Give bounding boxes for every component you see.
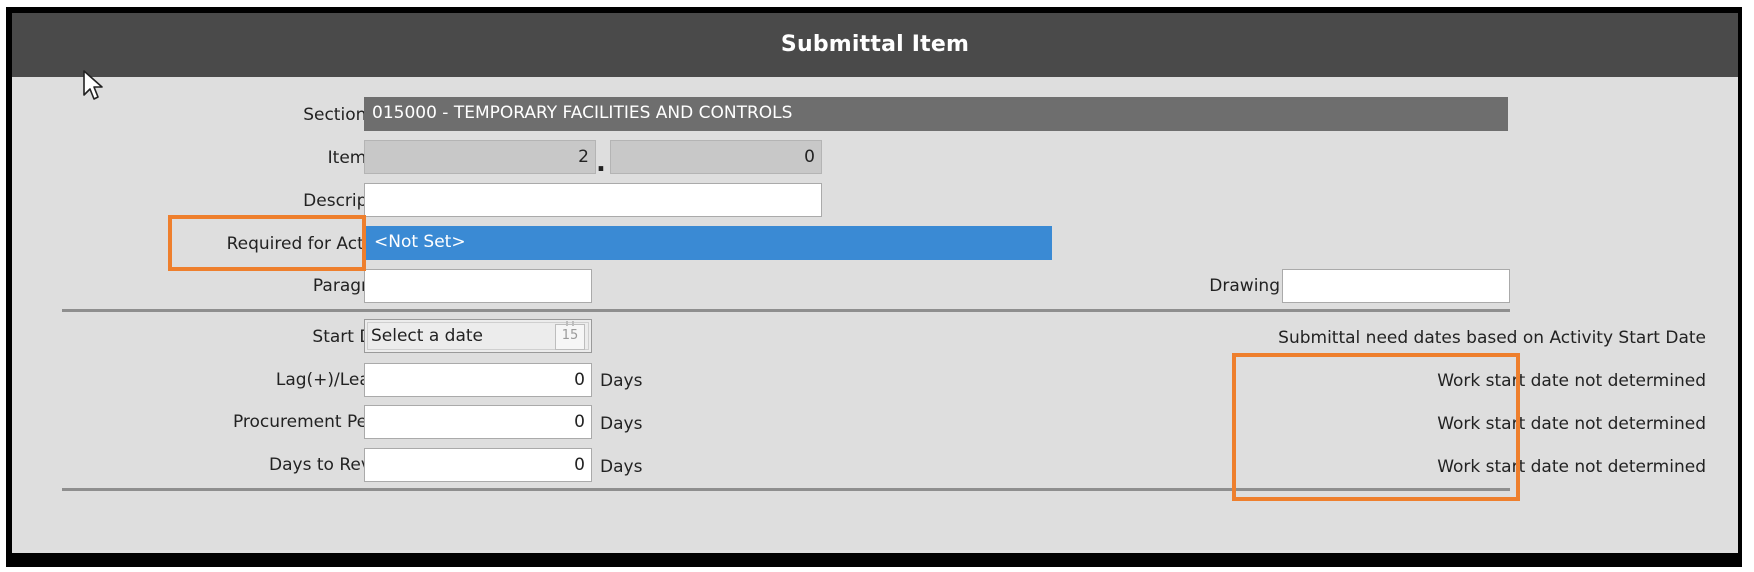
- item-no-separator: .: [596, 148, 606, 178]
- description-input[interactable]: [364, 183, 822, 217]
- days-to-review-unit: Days: [600, 457, 643, 477]
- paragraph-input[interactable]: [364, 269, 592, 303]
- divider-top: [62, 309, 1510, 312]
- submittal-item-dialog: Submittal Item Section No. 015000 - TEMP…: [12, 13, 1738, 553]
- item-no-minor-field[interactable]: 0: [610, 140, 822, 174]
- days-to-review-input[interactable]: 0: [364, 448, 592, 482]
- highlight-work-start-status: [1232, 353, 1520, 501]
- procurement-period-input[interactable]: 0: [364, 405, 592, 439]
- required-for-activity-select[interactable]: <Not Set>: [364, 226, 1052, 260]
- lag-lead-input[interactable]: 0: [364, 363, 592, 397]
- item-no-major-field[interactable]: 2: [364, 140, 596, 174]
- calendar-icon[interactable]: 15: [555, 321, 585, 350]
- need-dates-note: Submittal need dates based on Activity S…: [1278, 328, 1706, 348]
- drawing-input[interactable]: [1282, 269, 1510, 303]
- mouse-pointer-icon: [83, 70, 103, 100]
- start-date-picker[interactable]: Select a date 15: [364, 319, 592, 353]
- procurement-period-unit: Days: [600, 414, 643, 434]
- section-no-field[interactable]: 015000 - TEMPORARY FACILITIES AND CONTRO…: [364, 97, 1508, 131]
- highlight-required-for-activity: [168, 215, 366, 271]
- lag-lead-unit: Days: [600, 371, 643, 391]
- dialog-title: Submittal Item: [12, 13, 1738, 77]
- drawing-label: Drawing: [1209, 276, 1280, 296]
- start-date-placeholder: Select a date: [371, 326, 484, 346]
